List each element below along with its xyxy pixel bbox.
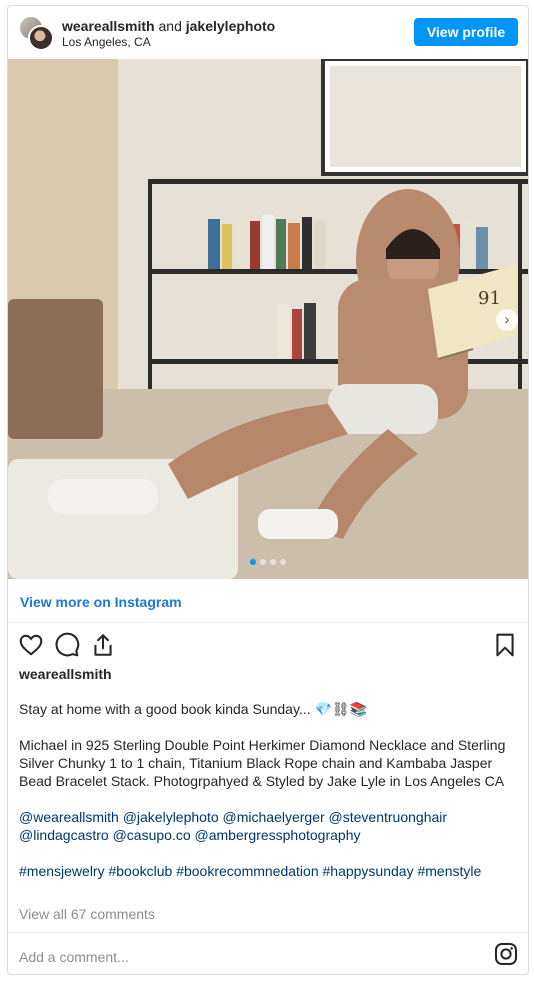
view-comments-link[interactable]: View all 67 comments [19, 906, 155, 922]
post-caption: Stay at home with a good book kinda Sund… [19, 700, 517, 898]
share-icon[interactable] [90, 632, 116, 658]
add-comment-field[interactable]: Add a comment... [19, 949, 129, 965]
caption-paragraph: Michael in 925 Sterling Double Point Her… [19, 737, 506, 789]
caption-line: Stay at home with a good book kinda Sund… [19, 701, 368, 717]
post-username[interactable]: weareallsmith [19, 666, 112, 682]
comment-icon[interactable] [54, 632, 80, 658]
author-connector: and [158, 18, 182, 34]
author-link-1[interactable]: weareallsmith [62, 18, 155, 34]
avatar [28, 25, 54, 51]
svg-text:91: 91 [478, 288, 501, 309]
view-more-link[interactable]: View more on Instagram [20, 594, 182, 610]
divider [8, 932, 528, 933]
carousel-indicator [250, 559, 286, 565]
post-header: weareallsmith and jakelylephoto Los Ange… [8, 6, 528, 59]
chevron-right-icon[interactable]: › [496, 309, 518, 331]
heart-icon[interactable] [18, 632, 44, 658]
carousel-dot [250, 559, 256, 565]
avatar-stack[interactable] [18, 15, 54, 51]
action-bar [18, 632, 518, 660]
carousel-dot [280, 559, 286, 565]
instagram-embed-card: weareallsmith and jakelylephoto Los Ange… [7, 5, 529, 975]
carousel-dot [260, 559, 266, 565]
carousel-dot [270, 559, 276, 565]
bookmark-icon[interactable] [492, 632, 518, 658]
caption-mentions[interactable]: @weareallsmith @jakelylephoto @michaelye… [19, 808, 517, 844]
photo-illustration: 91 [8, 59, 528, 579]
post-location[interactable]: Los Angeles, CA [62, 35, 151, 49]
caption-hashtags[interactable]: #mensjewelry #bookclub #bookrecommnedati… [19, 862, 517, 880]
author-link-2[interactable]: jakelylephoto [186, 18, 275, 34]
divider [8, 622, 528, 623]
view-profile-button[interactable]: View profile [414, 18, 518, 46]
post-photo[interactable]: 91 › [8, 59, 528, 579]
author-names: weareallsmith and jakelylephoto [62, 18, 275, 35]
instagram-icon[interactable] [494, 942, 518, 966]
